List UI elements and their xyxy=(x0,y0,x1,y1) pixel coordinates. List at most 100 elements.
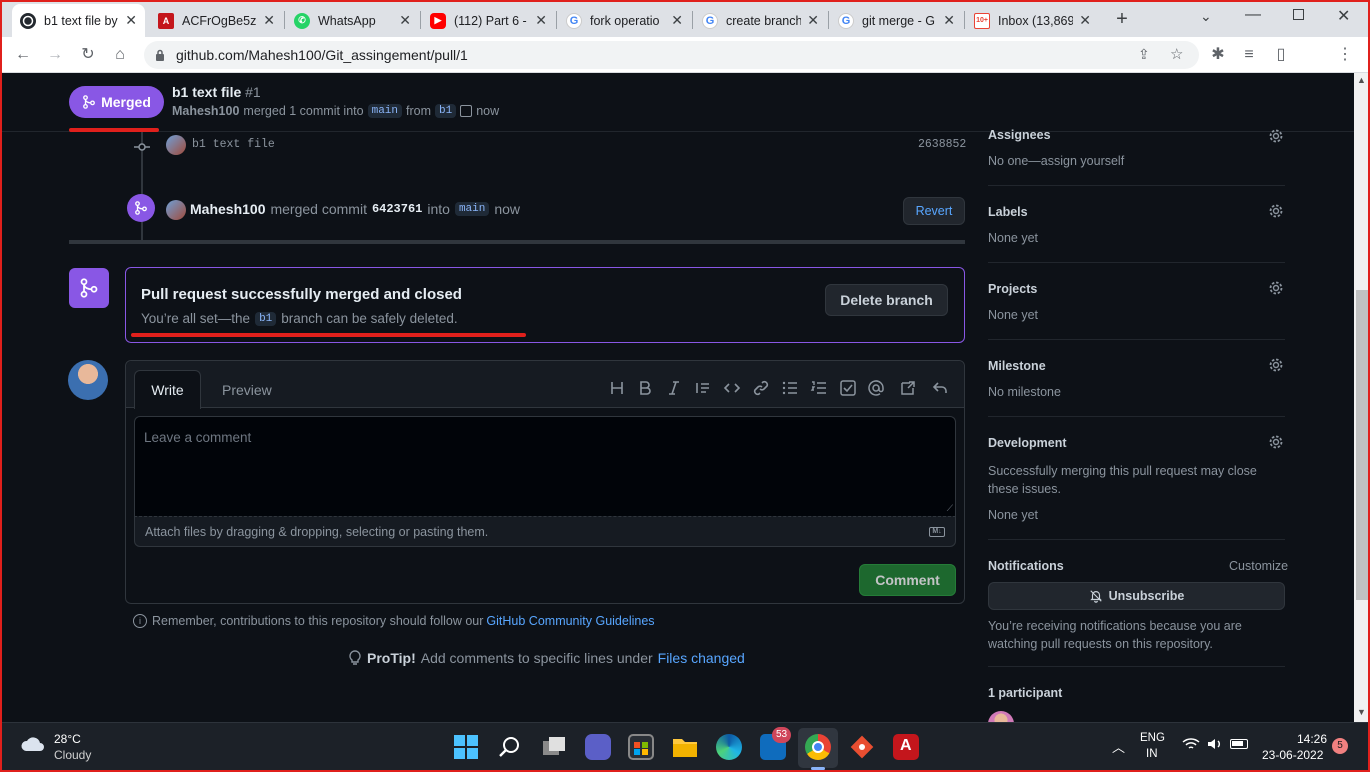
comment-submit-button[interactable]: Comment xyxy=(859,564,956,596)
file-explorer-icon[interactable] xyxy=(672,734,698,760)
link-icon[interactable] xyxy=(752,379,770,397)
share-icon[interactable]: ⇪ xyxy=(1138,46,1150,63)
bold-icon[interactable] xyxy=(636,379,654,397)
windows-start-icon[interactable] xyxy=(453,734,479,760)
unsubscribe-button[interactable]: Unsubscribe xyxy=(988,582,1285,610)
mail-app-icon[interactable]: 53 xyxy=(760,727,792,760)
language-indicator[interactable]: ENG xyxy=(1140,732,1165,744)
tab-google-fork[interactable]: G fork operatio ✕ xyxy=(558,4,691,37)
base-branch[interactable]: main xyxy=(367,104,402,118)
minimize-icon[interactable]: — xyxy=(1245,6,1261,24)
gear-icon[interactable] xyxy=(1268,128,1284,144)
tab-google-branch[interactable]: G create branch ✕ xyxy=(694,4,827,37)
files-changed-link[interactable]: Files changed xyxy=(658,650,745,666)
close-icon[interactable]: ✕ xyxy=(807,12,819,29)
commit-sha[interactable]: 2638852 xyxy=(918,138,966,151)
merger-avatar[interactable] xyxy=(166,200,186,220)
comment-textarea[interactable]: Leave a comment ⟋ xyxy=(134,416,956,516)
merge-base-branch[interactable]: main xyxy=(454,202,490,216)
scroll-down-icon[interactable]: ▼ xyxy=(1357,707,1366,717)
cross-reference-icon[interactable] xyxy=(899,379,917,397)
tab-search-icon[interactable]: ⌄ xyxy=(1200,8,1212,25)
tab-github-pr[interactable]: b1 text file by ✕ xyxy=(12,4,145,37)
chrome-icon[interactable] xyxy=(805,734,831,760)
weather-condition[interactable]: Cloudy xyxy=(54,748,91,762)
close-icon[interactable]: ✕ xyxy=(125,12,137,29)
weather-temp[interactable]: 28°C xyxy=(54,732,81,746)
bulleted-list-icon[interactable] xyxy=(781,379,799,397)
commit-message[interactable]: b1 text file xyxy=(192,138,275,151)
commit-author-avatar[interactable] xyxy=(166,135,186,155)
customize-link[interactable]: Customize xyxy=(1229,559,1288,573)
merger-name[interactable]: Mahesh100 xyxy=(190,201,265,217)
notification-count-badge[interactable]: 5 xyxy=(1332,738,1348,754)
resize-handle-icon[interactable]: ⟋ xyxy=(947,503,953,514)
address-bar[interactable]: github.com/Mahesh100/Git_assingement/pul… xyxy=(144,41,1199,69)
merge-sha[interactable]: 6423761 xyxy=(372,202,422,216)
development-heading[interactable]: Development xyxy=(988,436,1067,450)
tab-youtube[interactable]: ▶ (112) Part 6 - ✕ xyxy=(422,4,555,37)
tab-preview[interactable]: Preview xyxy=(222,382,272,398)
close-icon[interactable]: ✕ xyxy=(399,12,411,29)
microsoft-store-icon[interactable] xyxy=(628,734,654,760)
mention-icon[interactable] xyxy=(867,379,885,397)
volume-icon[interactable] xyxy=(1207,737,1223,751)
attach-files-bar[interactable]: Attach files by dragging & dropping, sel… xyxy=(134,516,956,547)
pr-author[interactable]: Mahesh100 xyxy=(172,104,239,118)
gear-icon[interactable] xyxy=(1268,434,1284,450)
gear-icon[interactable] xyxy=(1268,280,1284,296)
window-close-icon[interactable]: ✕ xyxy=(1337,6,1350,26)
battery-icon[interactable] xyxy=(1230,739,1248,749)
tab-pdf[interactable]: A ACFrOgBe5z ✕ xyxy=(150,4,283,37)
projects-heading[interactable]: Projects xyxy=(988,282,1037,296)
italic-icon[interactable] xyxy=(665,379,683,397)
gear-icon[interactable] xyxy=(1268,357,1284,373)
heading-icon[interactable] xyxy=(608,379,626,397)
milestone-heading[interactable]: Milestone xyxy=(988,359,1046,373)
task-view-icon[interactable] xyxy=(541,734,567,760)
participant-avatar[interactable] xyxy=(988,711,1014,722)
media-control-icon[interactable]: ≡ xyxy=(1240,46,1258,64)
close-icon[interactable]: ✕ xyxy=(943,12,955,29)
tab-write[interactable]: Write xyxy=(134,370,201,409)
revert-button[interactable]: Revert xyxy=(903,197,965,225)
acrobat-icon[interactable]: A xyxy=(893,734,919,760)
tab-google-merge[interactable]: G git merge - G ✕ xyxy=(830,4,963,37)
chrome-menu-icon[interactable]: ⋮ xyxy=(1336,46,1354,64)
markdown-icon[interactable]: M↓ xyxy=(929,527,945,537)
assignees-value[interactable]: No one—assign yourself xyxy=(988,154,1124,168)
show-hidden-icons[interactable]: ︿ xyxy=(1112,737,1125,756)
clock-time[interactable]: 14:26 xyxy=(1297,732,1327,746)
reply-icon[interactable] xyxy=(931,379,949,397)
teams-chat-icon[interactable] xyxy=(585,734,611,760)
copy-icon[interactable] xyxy=(460,105,473,117)
new-tab-icon[interactable]: + xyxy=(1110,8,1134,32)
assignees-heading[interactable]: Assignees xyxy=(988,128,1051,142)
tab-gmail[interactable]: 10+ Inbox (13,869 ✕ xyxy=(966,4,1099,37)
delete-branch-button[interactable]: Delete branch xyxy=(825,284,948,316)
home-icon[interactable]: ⌂ xyxy=(111,46,129,64)
bookmark-star-icon[interactable]: ☆ xyxy=(1170,45,1183,63)
reload-icon[interactable]: ↻ xyxy=(79,46,97,64)
numbered-list-icon[interactable] xyxy=(810,379,828,397)
search-icon[interactable] xyxy=(497,734,523,760)
close-icon[interactable]: ✕ xyxy=(535,12,547,29)
gear-icon[interactable] xyxy=(1268,203,1284,219)
back-icon[interactable]: ← xyxy=(14,46,32,64)
code-icon[interactable] xyxy=(723,379,741,397)
edge-icon[interactable] xyxy=(716,734,742,760)
task-list-icon[interactable] xyxy=(839,379,857,397)
deletable-branch[interactable]: b1 xyxy=(255,311,277,326)
labels-heading[interactable]: Labels xyxy=(988,205,1028,219)
restore-icon[interactable] xyxy=(1293,9,1304,20)
close-icon[interactable]: ✕ xyxy=(263,12,275,29)
cloud-icon[interactable] xyxy=(20,736,46,752)
clock-date[interactable]: 23-06-2022 xyxy=(1262,748,1323,762)
wifi-icon[interactable] xyxy=(1182,737,1200,751)
current-user-avatar[interactable] xyxy=(68,360,108,400)
head-branch[interactable]: b1 xyxy=(435,104,457,118)
git-gui-icon[interactable] xyxy=(849,734,875,760)
forward-icon[interactable]: → xyxy=(46,46,64,64)
extensions-icon[interactable]: ✱ xyxy=(1209,46,1227,64)
close-icon[interactable]: ✕ xyxy=(671,12,683,29)
